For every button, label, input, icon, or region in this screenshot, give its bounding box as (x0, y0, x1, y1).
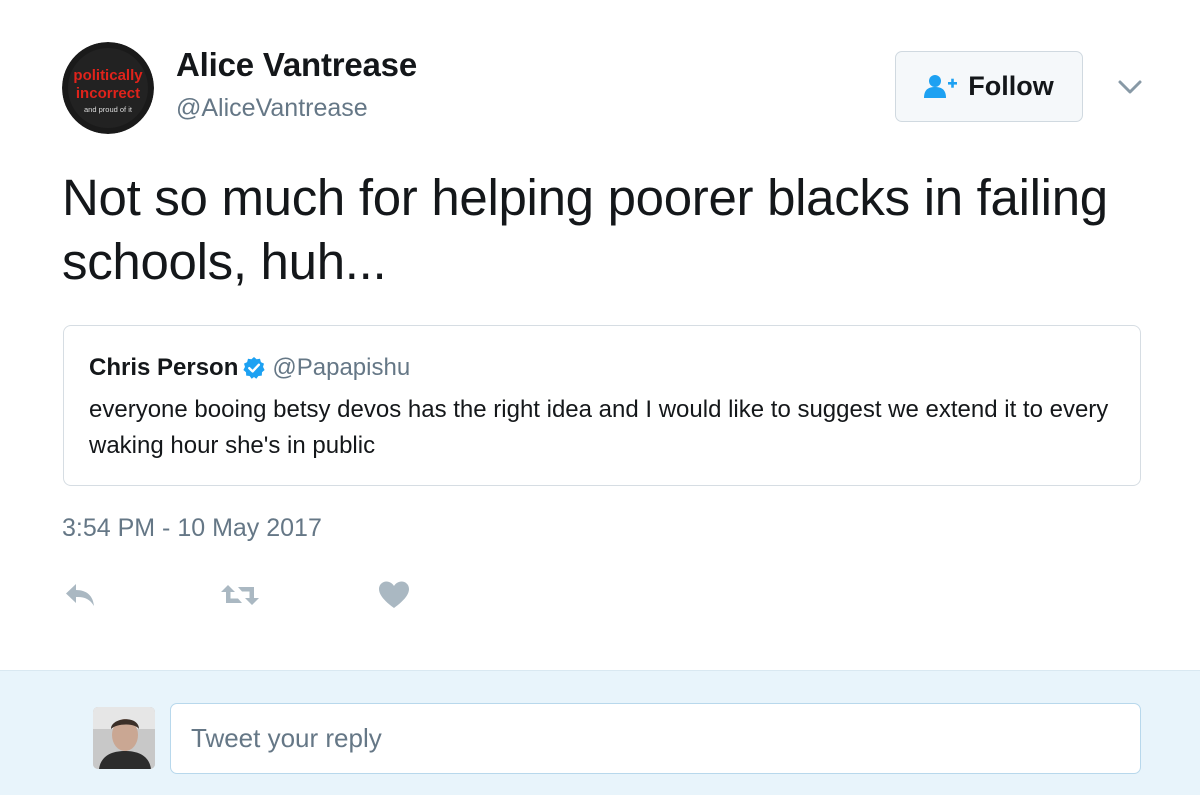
reply-button[interactable] (64, 578, 98, 612)
quoted-tweet-text: everyone booing betsy devos has the righ… (89, 396, 1109, 459)
politically-incorrect-logo-icon: politically incorrect and proud of it (62, 42, 154, 134)
retweet-icon (221, 585, 259, 605)
follow-button[interactable]: Follow (895, 51, 1083, 122)
like-button[interactable] (378, 578, 410, 612)
author-avatar[interactable]: politically incorrect and proud of it (62, 42, 154, 134)
add-user-icon (924, 74, 958, 98)
quoted-author-handle: @Papapishu (272, 354, 411, 381)
verified-badge-icon (243, 357, 265, 379)
retweet-button[interactable] (219, 578, 261, 612)
quoted-tweet-header: Chris Person @Papapishu (89, 354, 410, 382)
tweet-text: Not so much for helping poorer blacks in… (62, 169, 1108, 290)
reply-input[interactable] (170, 703, 1141, 774)
logo-text-tagline: and proud of it (84, 105, 133, 114)
quoted-author-name: Chris Person (89, 354, 239, 381)
logo-text-politically: politically (73, 67, 143, 84)
reply-icon (66, 584, 94, 606)
author-handle[interactable]: @AliceVantrease (176, 94, 368, 123)
reply-composer (0, 670, 1200, 795)
heart-icon (379, 581, 409, 608)
follow-label: Follow (968, 71, 1054, 101)
logo-text-incorrect: incorrect (76, 85, 140, 102)
author-name[interactable]: Alice Vantrease (176, 46, 417, 84)
tweet-timestamp[interactable]: 3:54 PM - 10 May 2017 (62, 514, 322, 543)
chevron-down-icon[interactable] (1116, 76, 1144, 98)
user-photo-icon (93, 707, 155, 769)
tweet-card: politically incorrect and proud of it Al… (0, 0, 1200, 670)
current-user-avatar[interactable] (93, 707, 155, 769)
quoted-tweet[interactable]: Chris Person @Papapishu everyone booing … (63, 325, 1141, 486)
